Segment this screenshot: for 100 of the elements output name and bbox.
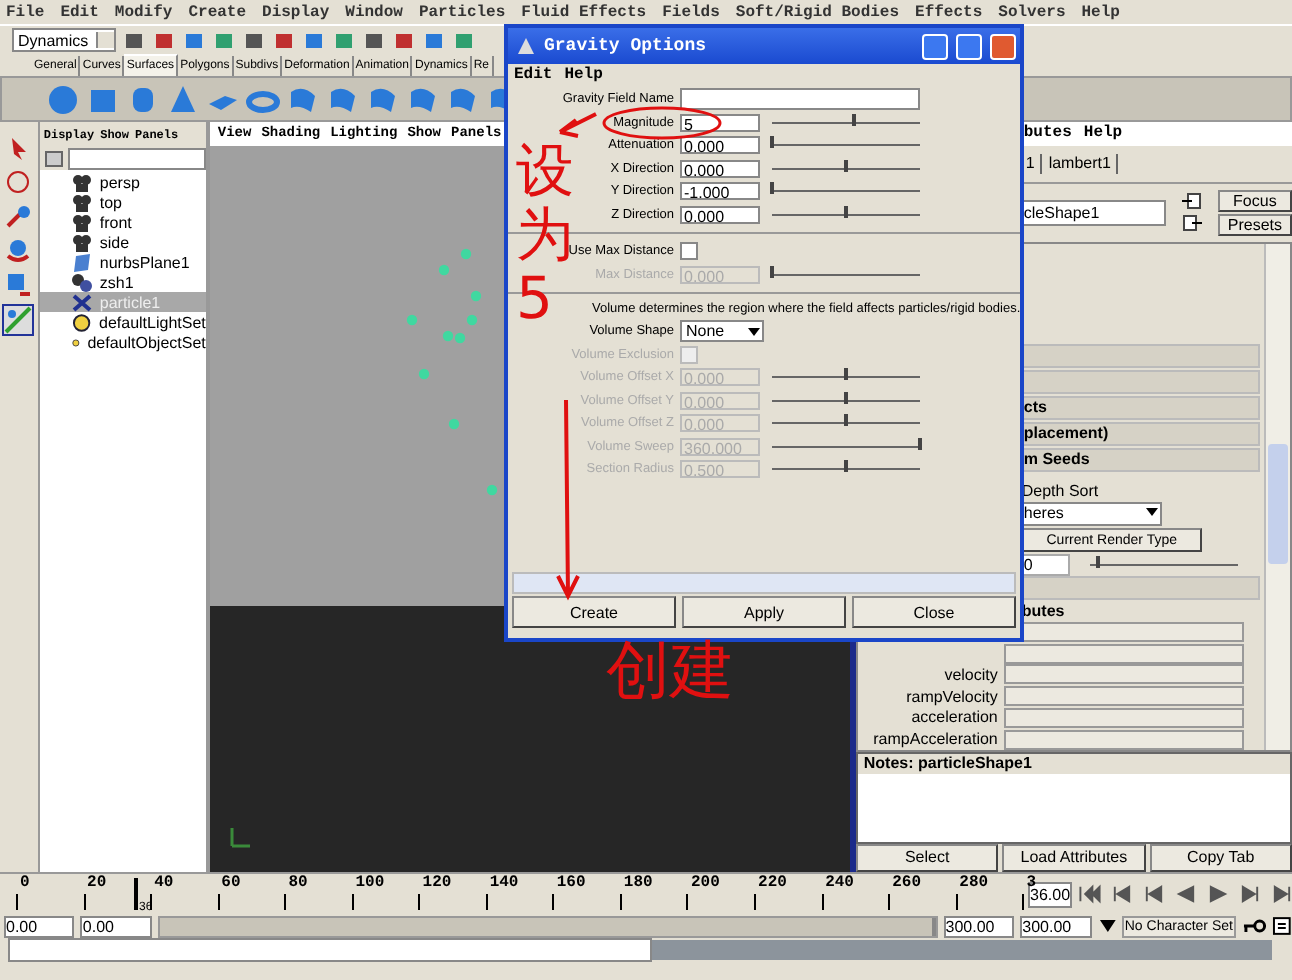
attribute-field[interactable] bbox=[1003, 664, 1244, 685]
caret-icon[interactable] bbox=[1097, 918, 1117, 934]
menu-item[interactable]: Create bbox=[188, 3, 247, 21]
surface-tool-icon[interactable] bbox=[366, 83, 400, 115]
menu-item[interactable]: butes bbox=[1023, 124, 1072, 143]
menu-item[interactable]: Edit bbox=[514, 66, 553, 84]
notes-field[interactable] bbox=[857, 774, 1290, 842]
attribute-field[interactable] bbox=[1003, 686, 1244, 707]
tool-icon[interactable] bbox=[392, 29, 417, 51]
node-name-field[interactable]: cleShape1 bbox=[1019, 199, 1166, 226]
slider-thumb[interactable] bbox=[1095, 555, 1100, 568]
value-field[interactable]: 0 bbox=[1021, 553, 1070, 576]
tool-icon[interactable] bbox=[212, 29, 237, 51]
tool-icon[interactable] bbox=[122, 29, 147, 51]
surface-tool-icon[interactable] bbox=[46, 83, 80, 115]
close-button[interactable] bbox=[990, 33, 1016, 59]
output-connection-icon[interactable] bbox=[1181, 214, 1202, 233]
menu-item[interactable]: Display bbox=[262, 3, 330, 21]
dialog-button[interactable]: Create bbox=[512, 596, 676, 628]
tool-icon[interactable] bbox=[302, 29, 327, 51]
manipulator-icon[interactable] bbox=[2, 304, 35, 336]
maximize-button[interactable] bbox=[956, 33, 982, 59]
menu-item[interactable]: Edit bbox=[60, 3, 99, 21]
menu-item[interactable]: Modify bbox=[114, 3, 173, 21]
panel-button[interactable]: Focus bbox=[1217, 189, 1292, 212]
editor-button[interactable]: Load Attributes bbox=[1002, 843, 1146, 872]
outliner-item[interactable]: side bbox=[39, 232, 206, 252]
menu-item[interactable]: File bbox=[6, 3, 45, 21]
value-field[interactable]: -1.000 bbox=[680, 182, 760, 200]
range-end-field[interactable]: 300.00 bbox=[943, 915, 1015, 937]
outliner-item[interactable]: defaultObjectSet bbox=[39, 332, 206, 352]
menu-item[interactable]: Soft/Rigid Bodies bbox=[735, 3, 900, 21]
node-tab[interactable]: lambert1 bbox=[1042, 153, 1119, 174]
editor-button[interactable]: Copy Tab bbox=[1149, 843, 1292, 872]
dialog-button[interactable]: Close bbox=[852, 596, 1016, 628]
start-time-field[interactable]: 0.00 bbox=[4, 915, 75, 937]
tool-icon[interactable] bbox=[272, 29, 297, 51]
input-connection-icon[interactable] bbox=[1181, 192, 1202, 211]
outliner-item[interactable]: top bbox=[39, 192, 206, 212]
panel-button[interactable]: Presets bbox=[1217, 213, 1292, 236]
horizontal-scrollbar[interactable] bbox=[512, 572, 1016, 594]
checkbox[interactable] bbox=[680, 242, 698, 260]
tool-icon[interactable] bbox=[422, 29, 447, 51]
outliner-item[interactable]: defaultLightSet bbox=[39, 312, 206, 332]
surface-tool-icon[interactable] bbox=[166, 83, 200, 115]
tool-icon[interactable] bbox=[242, 29, 267, 51]
menu-item[interactable]: Window bbox=[345, 3, 403, 21]
name-field[interactable] bbox=[680, 88, 920, 110]
surface-tool-icon[interactable] bbox=[326, 83, 360, 115]
scrollbar[interactable] bbox=[1264, 244, 1290, 750]
outliner-item[interactable]: nurbsPlane1 bbox=[39, 252, 206, 272]
dialog-button[interactable]: Apply bbox=[682, 596, 846, 628]
range-start-field[interactable]: 0.00 bbox=[80, 915, 152, 937]
menu-set-dropdown[interactable]: Dynamics bbox=[12, 28, 117, 52]
surface-tool-icon[interactable] bbox=[286, 83, 320, 115]
tool-icon[interactable] bbox=[152, 29, 177, 51]
go-to-start-icon[interactable] bbox=[1076, 882, 1105, 906]
rotate-tool-icon[interactable] bbox=[4, 236, 33, 264]
command-line-field[interactable] bbox=[8, 938, 652, 962]
editor-button[interactable]: Select bbox=[855, 843, 999, 872]
filter-field[interactable] bbox=[67, 147, 206, 169]
attribute-field[interactable] bbox=[1003, 643, 1244, 664]
menu-item[interactable]: Fluid Effects bbox=[521, 3, 647, 21]
section-header[interactable]: cts bbox=[1021, 395, 1260, 420]
value-field[interactable]: 0.000 bbox=[680, 136, 760, 154]
preferences-icon[interactable] bbox=[1272, 916, 1292, 936]
menu-item[interactable]: Solvers bbox=[998, 3, 1066, 21]
scale-tool-icon[interactable] bbox=[4, 270, 33, 298]
key-icon[interactable] bbox=[1242, 918, 1267, 934]
menu-item[interactable]: Effects bbox=[915, 3, 983, 21]
end-time-field[interactable]: 300.00 bbox=[1020, 915, 1092, 937]
menu-item[interactable]: Help bbox=[1083, 124, 1123, 143]
lasso-icon[interactable] bbox=[4, 168, 33, 196]
surface-tool-icon[interactable] bbox=[446, 83, 480, 115]
slider-thumb[interactable] bbox=[851, 113, 856, 125]
value-field[interactable]: 5 bbox=[680, 113, 760, 131]
step-forward-key-icon[interactable] bbox=[1268, 882, 1292, 906]
minimize-button[interactable] bbox=[922, 33, 948, 59]
section-header[interactable]: placement) bbox=[1021, 421, 1260, 446]
render-type-dropdown[interactable]: heres bbox=[1021, 502, 1162, 527]
surface-tool-icon[interactable] bbox=[406, 83, 440, 115]
shape-dropdown[interactable]: None bbox=[680, 320, 764, 342]
attribute-field[interactable] bbox=[1003, 729, 1244, 750]
tool-icon[interactable] bbox=[332, 29, 357, 51]
tool-icon[interactable] bbox=[182, 29, 207, 51]
filter-icon[interactable] bbox=[43, 149, 64, 167]
move-tool-icon[interactable] bbox=[4, 202, 33, 230]
menu-item[interactable]: Help bbox=[564, 66, 603, 84]
section-header[interactable]: m Seeds bbox=[1021, 447, 1260, 472]
value-field[interactable]: 0.000 bbox=[680, 159, 760, 177]
menu-item[interactable]: Help bbox=[1081, 3, 1120, 21]
outliner-item[interactable]: front bbox=[39, 212, 206, 232]
outliner-item[interactable]: zsh1 bbox=[39, 272, 206, 292]
outliner-item[interactable]: persp bbox=[39, 172, 206, 192]
menu-item[interactable]: Fields bbox=[662, 3, 720, 21]
value-field[interactable]: 0.000 bbox=[680, 205, 760, 223]
attribute-field[interactable] bbox=[1003, 707, 1244, 728]
menu-item[interactable]: Particles bbox=[418, 3, 506, 21]
tool-icon[interactable] bbox=[452, 29, 477, 51]
tool-icon[interactable] bbox=[362, 29, 387, 51]
